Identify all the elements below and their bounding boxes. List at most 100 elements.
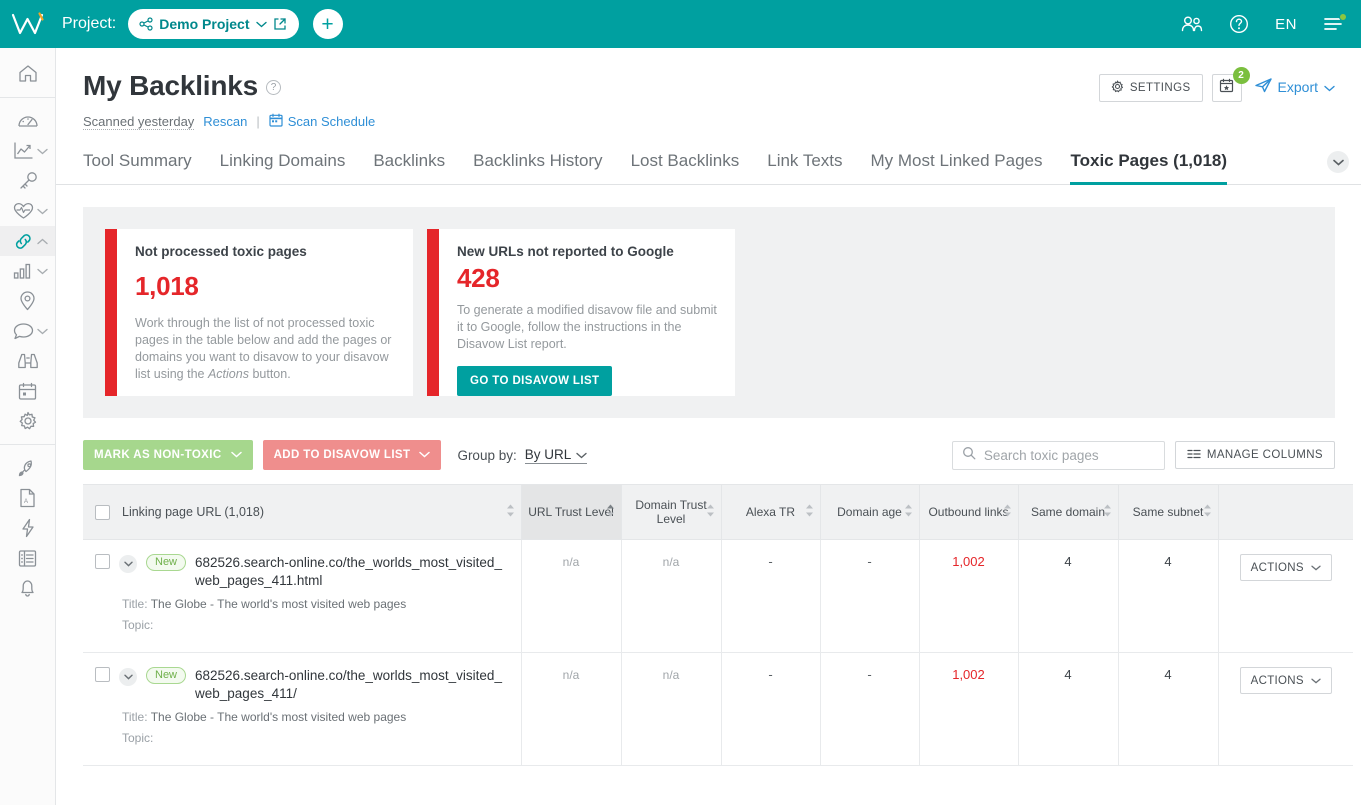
chevron-up-icon[interactable] <box>37 232 48 250</box>
value: n/a <box>662 668 680 682</box>
tab-my-most-linked-pages[interactable]: My Most Linked Pages <box>871 151 1043 185</box>
sort-toggle[interactable] <box>606 504 615 521</box>
sidebar-item-boost[interactable] <box>0 453 55 483</box>
sidebar-item-site-audit[interactable] <box>0 196 55 226</box>
sidebar-item-backlinks[interactable] <box>0 226 55 256</box>
new-badge: New <box>146 667 187 684</box>
settings-button[interactable]: SETTINGS <box>1098 74 1203 102</box>
sidebar-item-settings[interactable] <box>0 406 55 436</box>
export-button[interactable]: Export <box>1254 74 1335 96</box>
sort-toggle[interactable] <box>1203 504 1212 521</box>
sidebar-item-tasks[interactable] <box>0 543 55 573</box>
sidebar-item-competitors[interactable] <box>0 346 55 376</box>
row-checkbox[interactable] <box>95 554 110 569</box>
tab-lost-backlinks[interactable]: Lost Backlinks <box>631 151 740 185</box>
manage-columns-button[interactable]: MANAGE COLUMNS <box>1174 441 1335 469</box>
expand-row-button[interactable] <box>119 668 137 686</box>
url-text[interactable]: 682526.search-online.co/the_worlds_most_… <box>195 554 510 590</box>
users-icon[interactable] <box>1181 15 1203 33</box>
hamburger-menu-icon[interactable] <box>1323 13 1347 32</box>
group-by-select[interactable]: By URL <box>524 447 588 464</box>
tab-backlinks[interactable]: Backlinks <box>373 151 445 185</box>
row-checkbox[interactable] <box>95 667 110 682</box>
cell-same-subnet: 4 <box>1118 539 1219 653</box>
sidebar-item-notifications[interactable] <box>0 573 55 603</box>
sort-toggle[interactable] <box>1003 504 1012 521</box>
add-to-disavow-list-button[interactable]: ADD TO DISAVOW LIST <box>262 440 442 470</box>
map-pin-icon <box>0 291 55 311</box>
add-disavow-label: ADD TO DISAVOW LIST <box>273 449 411 461</box>
tab-toxic-pages[interactable]: Toxic Pages (1,018) <box>1070 151 1228 185</box>
sidebar-item-dashboard[interactable] <box>0 106 55 136</box>
help-icon[interactable] <box>1229 14 1249 34</box>
expand-row-button[interactable] <box>119 555 137 573</box>
cell-outbound-links: 1,002 <box>919 652 1019 766</box>
col-same-subnet[interactable]: Same subnet <box>1118 484 1219 540</box>
project-selector[interactable]: Demo Project <box>128 9 299 39</box>
sidebar-item-social-media[interactable] <box>0 316 55 346</box>
schedule-badge: 2 <box>1232 67 1250 84</box>
chevron-down-icon[interactable] <box>37 262 48 280</box>
col-header-inner: Same domain <box>1025 505 1112 519</box>
cell-same-domain: 4 <box>1018 652 1119 766</box>
actions-button[interactable]: ACTIONS <box>1239 554 1332 581</box>
cell-linking-page-url: New 682526.search-online.co/the_worlds_m… <box>83 539 522 653</box>
col-url-trust-level[interactable]: URL Trust Level <box>521 484 622 540</box>
language-selector[interactable]: EN <box>1275 16 1297 33</box>
url-text[interactable]: 682526.search-online.co/the_worlds_most_… <box>195 667 510 703</box>
summary-cards-panel: Not processed toxic pages 1,018 Work thr… <box>83 207 1335 418</box>
question-mark-icon[interactable]: ? <box>266 80 282 95</box>
settings-label: SETTINGS <box>1129 82 1191 94</box>
chevron-down-icon[interactable] <box>37 202 48 220</box>
table-row[interactable]: New 682526.search-online.co/the_worlds_m… <box>83 539 1353 653</box>
key-icon <box>0 171 55 191</box>
search-input[interactable] <box>983 447 1155 463</box>
col-domain-age[interactable]: Domain age <box>820 484 920 540</box>
sort-toggle[interactable] <box>706 504 715 521</box>
sort-toggle[interactable] <box>506 504 515 521</box>
scanned-text: Scanned yesterday <box>83 113 195 130</box>
cell-actions: ACTIONS <box>1218 539 1353 653</box>
list-checklist-icon <box>0 549 55 568</box>
col-alexa-tr[interactable]: Alexa TR <box>721 484 821 540</box>
col-domain-trust-level[interactable]: Domain Trust Level <box>621 484 722 540</box>
add-project-button[interactable]: + <box>312 9 343 39</box>
chevron-down-icon[interactable] <box>37 142 48 160</box>
sidebar-item-content-calendar[interactable] <box>0 376 55 406</box>
chevron-down-icon[interactable] <box>37 322 48 340</box>
scan-schedule-link[interactable]: Scan Schedule <box>269 113 375 130</box>
rescan-link[interactable]: Rescan <box>203 114 247 129</box>
tab-tool-summary[interactable]: Tool Summary <box>83 151 192 185</box>
app-logo[interactable] <box>0 11 56 37</box>
mark-as-non-toxic-button[interactable]: MARK AS NON-TOXIC <box>83 440 253 470</box>
tabs-overflow-button[interactable] <box>1327 151 1349 173</box>
select-all-checkbox[interactable] <box>95 504 110 520</box>
sidebar-item-rank-tracking[interactable] <box>0 136 55 166</box>
table-row[interactable]: New 682526.search-online.co/the_worlds_m… <box>83 652 1353 766</box>
tab-backlinks-history[interactable]: Backlinks History <box>473 151 602 185</box>
sidebar-item-keyword-research[interactable] <box>0 166 55 196</box>
sort-toggle[interactable] <box>1103 504 1112 521</box>
menu-notification-dot <box>1339 13 1347 21</box>
table-header-row: Linking page URL (1,018) URL Trust Level <box>83 484 1353 540</box>
col-linking-page-url[interactable]: Linking page URL (1,018) <box>83 484 522 540</box>
tab-link-texts[interactable]: Link Texts <box>767 151 842 185</box>
col-same-domain[interactable]: Same domain <box>1018 484 1119 540</box>
toxic-pages-table-wrapper: Linking page URL (1,018) URL Trust Level <box>83 484 1361 766</box>
main-content: My Backlinks ? SETTINGS 2 Export Scanned… <box>56 48 1361 805</box>
sidebar-item-local-seo[interactable] <box>0 286 55 316</box>
sidebar-item-home[interactable] <box>0 58 55 88</box>
open-external-icon[interactable] <box>273 17 287 31</box>
search-icon <box>962 446 976 465</box>
actions-button[interactable]: ACTIONS <box>1239 667 1332 694</box>
tab-linking-domains[interactable]: Linking Domains <box>220 151 346 185</box>
sidebar-item-traffic-analytics[interactable] <box>0 256 55 286</box>
sidebar-item-pdf-reports[interactable]: A <box>0 483 55 513</box>
sort-toggle[interactable] <box>904 504 913 521</box>
col-outbound-links[interactable]: Outbound links <box>919 484 1019 540</box>
sidebar-item-quick-actions[interactable] <box>0 513 55 543</box>
sort-toggle[interactable] <box>805 504 814 521</box>
schedule-calendar-button[interactable]: 2 <box>1211 67 1250 102</box>
search-box[interactable] <box>951 440 1165 470</box>
go-to-disavow-list-button[interactable]: GO TO DISAVOW LIST <box>457 366 613 396</box>
